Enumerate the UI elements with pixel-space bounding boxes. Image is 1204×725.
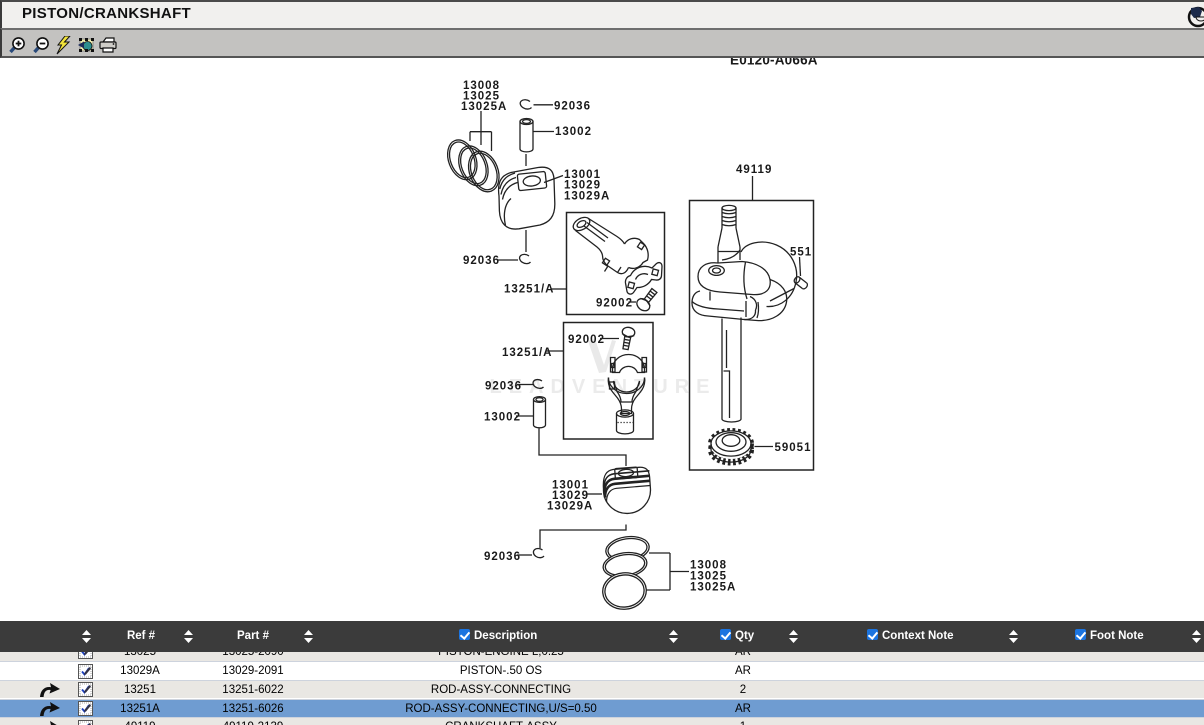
svg-text:13025A: 13025A [690,582,736,594]
svg-text:92036: 92036 [485,381,522,393]
svg-text:92036: 92036 [484,551,521,563]
svg-text:59051: 59051 [775,442,812,454]
svg-text:92036: 92036 [554,101,591,113]
svg-text:13002: 13002 [484,412,521,424]
svg-text:92002: 92002 [596,298,633,310]
svg-text:13029A: 13029A [564,191,610,203]
svg-text:13029A: 13029A [547,501,593,513]
svg-text:13251/A: 13251/A [502,347,552,359]
svg-text:13251/A: 13251/A [504,284,554,296]
svg-text:13002: 13002 [555,126,592,138]
svg-text:49119: 49119 [736,164,772,176]
svg-text:92002: 92002 [568,334,605,346]
svg-text:551: 551 [790,247,812,259]
svg-text:E0120-A066A: E0120-A066A [730,58,818,68]
svg-text:92036: 92036 [463,255,500,267]
svg-text:LEADVENTURE: LEADVENTURE [489,376,716,398]
svg-text:13025A: 13025A [461,101,507,113]
